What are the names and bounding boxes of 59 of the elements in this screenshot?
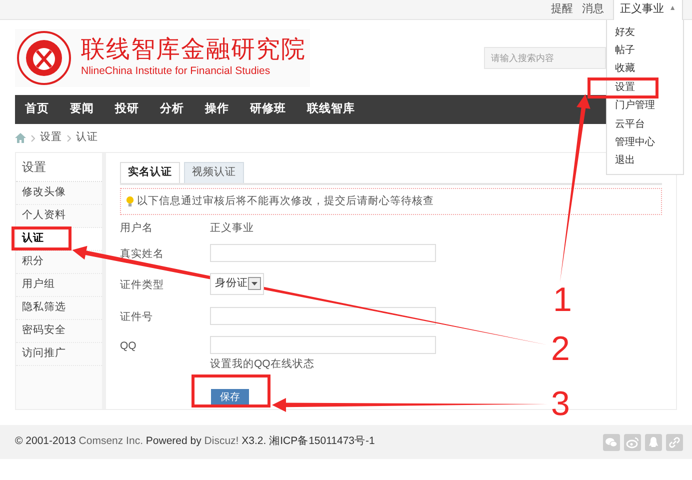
username-value: 正义事业 [210, 221, 254, 236]
nav-item[interactable]: 操作 [205, 100, 229, 118]
nav-item[interactable]: 要闻 [70, 100, 94, 118]
menu-item[interactable]: 设置 [607, 78, 683, 97]
weibo-icon[interactable] [624, 434, 641, 450]
callout-number: 2 [551, 331, 570, 367]
logo-subtitle: NlineChina Institute for Financial Studies [81, 64, 272, 79]
top-link[interactable]: 消息 [582, 1, 604, 18]
sidebar-item[interactable]: 隐私筛选 [16, 297, 102, 320]
text-input[interactable] [210, 306, 436, 324]
nav-item[interactable]: 分析 [160, 100, 184, 118]
field-label: QQ [120, 340, 136, 352]
nav-item[interactable]: 研修班 [250, 100, 286, 118]
menu-item[interactable]: 退出 [607, 152, 683, 170]
breadcrumb-link[interactable]: 设置 [40, 130, 62, 146]
menu-item[interactable]: 管理中心 [607, 133, 683, 152]
sidebar-item[interactable]: 用户组 [16, 274, 102, 297]
text-input[interactable] [210, 336, 436, 354]
notice-text: 以下信息通过审核后将不能再次修改，提交后请耐心等待核查 [137, 194, 434, 209]
nav-item[interactable]: 联线智库 [307, 100, 355, 118]
field-label: 真实姓名 [120, 248, 164, 260]
menu-item[interactable]: 云平台 [607, 114, 683, 134]
logo-title: 联线智库金融研究院 [81, 36, 306, 64]
chat-icon[interactable] [603, 434, 620, 450]
field-hint: 设置我的QQ在线状态 [210, 357, 316, 372]
chevron-right-icon [31, 134, 35, 142]
tab[interactable]: 视频认证 [184, 162, 244, 183]
save-button[interactable]: 保存 [211, 389, 249, 405]
sidebar-title: 设置 [16, 153, 102, 182]
nav-item[interactable]: 投研 [115, 100, 139, 118]
sidebar-item[interactable]: 修改头像 [16, 182, 102, 205]
penguin-icon[interactable] [645, 434, 662, 450]
callout-number: 3 [551, 386, 570, 422]
sidebar-item[interactable]: 访问推广 [16, 343, 102, 366]
field-label: 用户名 [120, 222, 153, 234]
menu-item[interactable]: 好友 [607, 23, 683, 42]
home-icon [15, 133, 26, 143]
nav-item[interactable]: 首页 [25, 100, 49, 118]
field-label: 证件类型 [120, 278, 164, 290]
footer-link[interactable]: Comsenz Inc. [78, 435, 143, 448]
link-icon[interactable] [666, 434, 683, 450]
field-label: 证件号 [120, 310, 153, 322]
lightbulb-icon [126, 196, 134, 207]
callout-number: 1 [553, 282, 572, 318]
callout-box [12, 226, 72, 250]
text-input[interactable] [210, 244, 436, 262]
breadcrumb-link[interactable]: 认证 [76, 130, 98, 146]
callout-box [588, 78, 658, 98]
id-type-select[interactable]: 身份证 [210, 272, 264, 294]
chevron-right-icon [67, 134, 71, 142]
sidebar-item[interactable]: 密码安全 [16, 320, 102, 343]
footer-link[interactable]: Discuz! [204, 435, 239, 448]
footer-text: © 2001-2013 Comsenz Inc. Powered by Discuz! X3.2. 湘ICP备15011473号-1 [15, 434, 375, 450]
tab[interactable]: 实名认证 [120, 162, 180, 183]
top-link[interactable]: 提醒 [551, 1, 574, 18]
menu-item[interactable]: 帖子 [607, 41, 683, 60]
menu-item[interactable]: 收藏 [607, 60, 683, 78]
search-field[interactable]: 请输入搜索内容 [484, 46, 606, 68]
menu-item[interactable]: 门户管理 [607, 96, 683, 115]
